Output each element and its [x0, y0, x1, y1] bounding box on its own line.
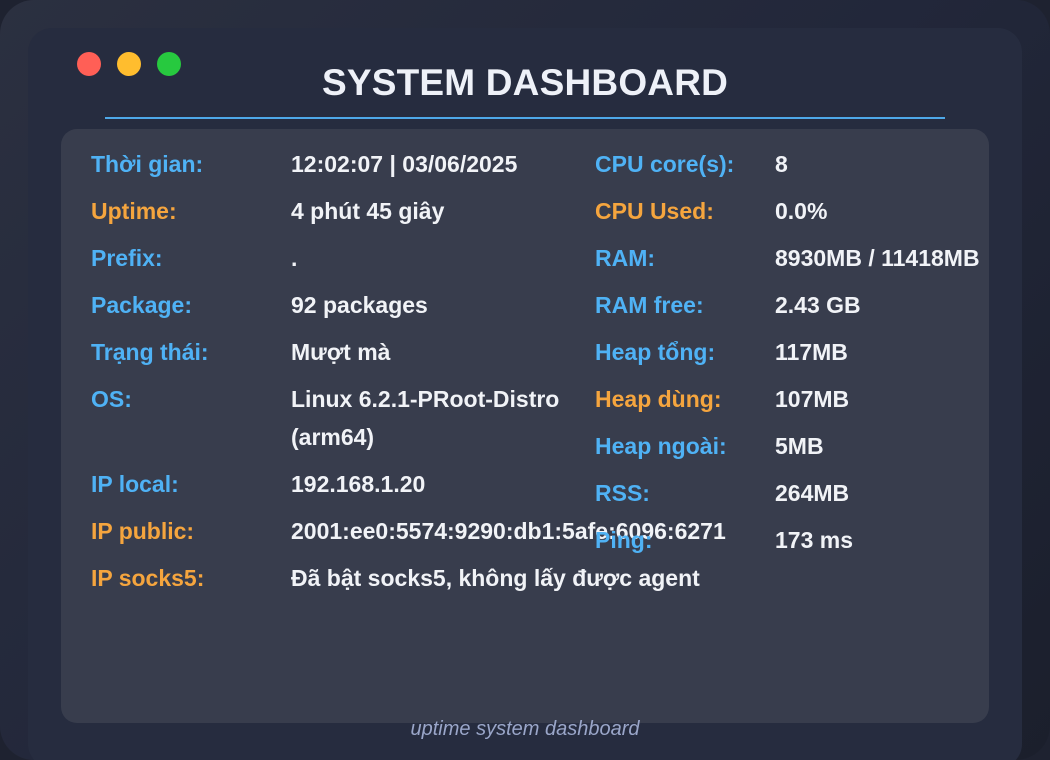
label-heap-used: Heap dùng: [595, 386, 722, 412]
value-package: 92 packages [291, 292, 428, 318]
value-rss: 264MB [775, 480, 850, 506]
value-ip-socks5: Đã bật socks5, không lấy được agent [291, 565, 700, 591]
dashboard-window: SYSTEM DASHBOARD Thời gian: 12:02:07 | 0… [28, 28, 1022, 760]
value-cpu-cores: 8 [775, 151, 788, 177]
label-ping: Ping: [595, 527, 653, 553]
label-cpu-used: CPU Used: [595, 198, 714, 224]
value-ram: 8930MB / 11418MB [775, 245, 980, 271]
value-os: Linux 6.2.1-PRoot-Distro (arm64) [291, 386, 560, 450]
value-heap-total: 117MB [775, 339, 848, 365]
label-os: OS: [91, 386, 132, 412]
label-prefix: Prefix: [91, 245, 163, 271]
label-ip-public: IP public: [91, 518, 195, 544]
value-uptime: 4 phút 45 giây [291, 198, 445, 224]
label-ip-socks5: IP socks5: [91, 565, 205, 591]
value-heap-external: 5MB [775, 433, 824, 459]
label-ram-free: RAM free: [595, 292, 704, 318]
value-ip-local: 192.168.1.20 [291, 471, 426, 497]
value-ping: 173 ms [775, 527, 854, 553]
value-time: 12:02:07 | 03/06/2025 [291, 151, 518, 177]
value-prefix: . [291, 245, 298, 271]
label-status: Trạng thái: [91, 339, 209, 365]
value-ip-public: 2001:ee0:5574:9290:db1:5afe:6096:6271 [291, 518, 726, 544]
label-ram: RAM: [595, 245, 656, 271]
label-heap-external: Heap ngoài: [595, 433, 727, 459]
value-status: Mượt mà [291, 339, 391, 365]
label-ip-local: IP local: [91, 471, 179, 497]
label-uptime: Uptime: [91, 198, 177, 224]
label-cpu-cores: CPU core(s): [595, 151, 735, 177]
app-frame: SYSTEM DASHBOARD Thời gian: 12:02:07 | 0… [0, 0, 1050, 760]
value-cpu-used: 0.0% [775, 198, 828, 224]
label-package: Package: [91, 292, 193, 318]
value-heap-used: 107MB [775, 386, 850, 412]
value-ram-free: 2.43 GB [775, 292, 861, 318]
footer-caption: uptime system dashboard [410, 718, 640, 740]
label-heap-total: Heap tổng: [595, 339, 716, 365]
label-rss: RSS: [595, 480, 650, 506]
title-divider [105, 117, 945, 119]
page-title: SYSTEM DASHBOARD [321, 62, 729, 103]
label-time: Thời gian: [91, 151, 204, 177]
info-panel: Thời gian: 12:02:07 | 03/06/2025 Uptime:… [61, 129, 989, 723]
